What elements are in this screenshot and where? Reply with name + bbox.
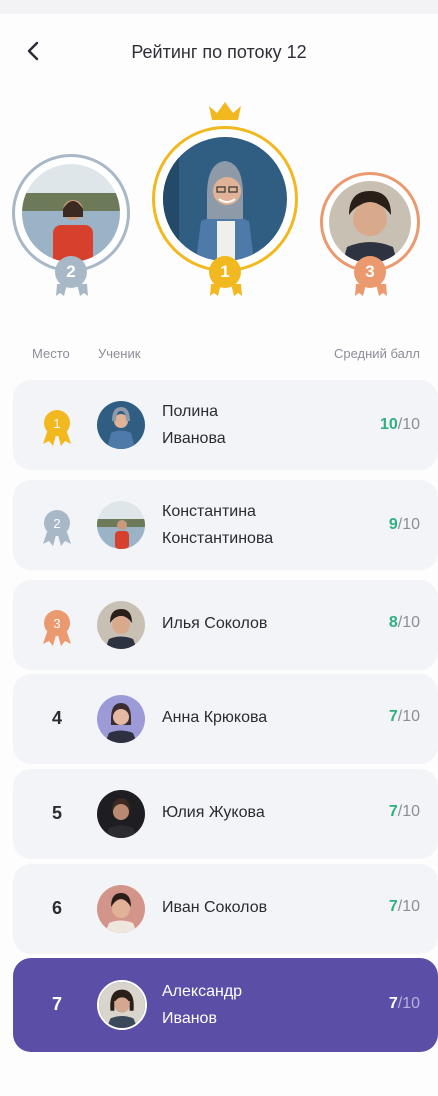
column-header-student: Ученик xyxy=(98,346,141,361)
gold-medal-icon: 1 xyxy=(43,410,71,446)
table-row-current-user[interactable]: 7 Александр Иванов 7/10 xyxy=(13,958,438,1052)
crown-icon xyxy=(209,102,241,120)
student-name: Полина Иванова xyxy=(162,403,226,447)
avatar xyxy=(152,126,298,272)
bronze-medal-icon: 3 xyxy=(43,610,71,646)
place-number: 5 xyxy=(51,803,62,823)
avatar xyxy=(97,401,145,449)
student-name: Иван Соколов xyxy=(162,899,268,916)
avatar xyxy=(97,601,145,649)
svg-text:2: 2 xyxy=(53,516,60,531)
average-score: 10/10 xyxy=(379,416,420,433)
table-row[interactable]: 2 Константина Константинова 9/10 xyxy=(13,480,438,570)
table-row[interactable]: 3 Илья Соколов 8/10 xyxy=(13,580,438,670)
podium-third[interactable]: 3 xyxy=(320,172,424,304)
podium-second[interactable]: 2 xyxy=(12,154,132,304)
avatar xyxy=(97,695,145,743)
header: Рейтинг по потоку 12 xyxy=(0,26,438,78)
svg-text:3: 3 xyxy=(53,616,60,631)
ribbon-icon xyxy=(56,284,88,296)
column-header-score: Средний балл xyxy=(333,346,420,361)
average-score: 7/10 xyxy=(388,898,420,915)
page-title: Рейтинг по потоку 12 xyxy=(131,42,307,62)
average-score: 7/10 xyxy=(388,803,420,820)
place-number: 6 xyxy=(51,898,62,918)
avatar xyxy=(97,980,147,1030)
avatar xyxy=(97,885,145,933)
table-row[interactable]: 1 Полина Иванова 10/10 xyxy=(13,380,438,470)
ribbon-icon xyxy=(355,284,387,296)
student-name: Александр Иванов xyxy=(162,983,243,1027)
podium-first[interactable]: 1 xyxy=(152,126,300,306)
svg-text:1: 1 xyxy=(53,416,60,431)
avatar xyxy=(97,790,145,838)
table-row[interactable]: 6 Иван Соколов 7/10 xyxy=(13,864,438,954)
student-name: Юлия Жукова xyxy=(162,804,265,821)
place-number: 7 xyxy=(51,994,62,1014)
avatar xyxy=(12,154,130,272)
table-row[interactable]: 4 Анна Крюкова 7/10 xyxy=(13,674,438,764)
avatar xyxy=(97,501,145,549)
silver-medal-icon: 2 xyxy=(43,510,71,546)
avatar-photo xyxy=(326,178,414,266)
student-name: Константина Константинова xyxy=(162,503,274,547)
column-header-place: Место xyxy=(32,346,70,361)
average-score: 7/10 xyxy=(388,708,420,725)
avatar-photo xyxy=(19,161,123,265)
place-number: 4 xyxy=(51,708,62,728)
table-row[interactable]: 5 Юлия Жукова 7/10 xyxy=(13,769,438,859)
avatar-photo xyxy=(159,133,291,265)
ribbon-icon xyxy=(210,284,242,296)
average-score: 8/10 xyxy=(388,614,420,631)
average-score: 9/10 xyxy=(388,516,420,533)
podium: 2 1 3 xyxy=(0,96,438,316)
student-name: Анна Крюкова xyxy=(162,709,268,726)
student-name: Илья Соколов xyxy=(162,615,268,632)
top-bar xyxy=(0,0,438,14)
average-score: 7/10 xyxy=(388,995,420,1012)
